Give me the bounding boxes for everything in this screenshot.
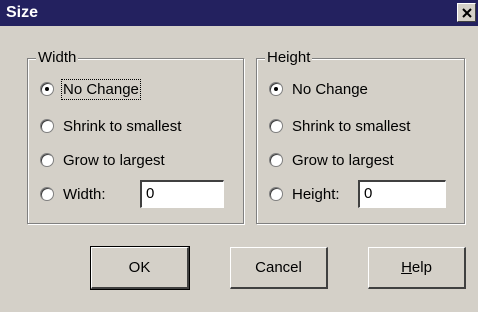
radio-button[interactable] bbox=[269, 82, 283, 96]
height-group-label: Height bbox=[265, 49, 313, 66]
height-grow-label: Grow to largest bbox=[292, 151, 394, 169]
height-no-change-label: No Change bbox=[292, 80, 368, 98]
width-custom-radio[interactable]: Width: bbox=[40, 182, 106, 206]
radio-selected-dot bbox=[274, 87, 278, 91]
height-group: Height No Change Shrink to smallest Grow… bbox=[256, 49, 465, 224]
radio-button[interactable] bbox=[40, 82, 54, 96]
height-custom-label: Height: bbox=[292, 185, 340, 203]
width-grow-radio[interactable]: Grow to largest bbox=[40, 148, 165, 172]
radio-button[interactable] bbox=[269, 187, 283, 201]
help-mnemonic: H bbox=[401, 259, 412, 276]
height-shrink-radio[interactable]: Shrink to smallest bbox=[269, 114, 410, 138]
dialog-title: Size bbox=[6, 4, 39, 21]
radio-button[interactable] bbox=[40, 153, 54, 167]
height-custom-radio[interactable]: Height: bbox=[269, 182, 340, 206]
width-no-change-label: No Change bbox=[61, 78, 141, 100]
help-button[interactable]: Help bbox=[368, 247, 466, 289]
radio-button[interactable] bbox=[40, 119, 54, 133]
height-grow-radio[interactable]: Grow to largest bbox=[269, 148, 394, 172]
radio-button[interactable] bbox=[269, 153, 283, 167]
help-button-label: Help bbox=[401, 259, 432, 276]
width-shrink-label: Shrink to smallest bbox=[63, 117, 182, 135]
width-custom-label: Width: bbox=[63, 185, 106, 203]
cancel-button-label: Cancel bbox=[255, 259, 302, 276]
radio-button[interactable] bbox=[269, 119, 283, 133]
height-input[interactable]: 0 bbox=[358, 180, 446, 208]
width-grow-label: Grow to largest bbox=[63, 151, 165, 169]
ok-button[interactable]: OK bbox=[90, 246, 190, 290]
close-button[interactable] bbox=[457, 3, 476, 22]
ok-button-label: OK bbox=[128, 259, 151, 276]
height-shrink-label: Shrink to smallest bbox=[292, 117, 411, 135]
cancel-button[interactable]: Cancel bbox=[230, 247, 328, 289]
size-dialog: Size Width No Change Shrink to smallest … bbox=[0, 0, 478, 312]
radio-selected-dot bbox=[45, 87, 49, 91]
width-shrink-radio[interactable]: Shrink to smallest bbox=[40, 114, 181, 138]
width-input[interactable]: 0 bbox=[140, 180, 224, 208]
height-no-change-radio[interactable]: No Change bbox=[269, 77, 368, 101]
close-icon bbox=[461, 7, 472, 18]
title-bar[interactable]: Size bbox=[0, 0, 478, 26]
help-label-rest: elp bbox=[411, 259, 432, 276]
width-group: Width No Change Shrink to smallest Grow … bbox=[27, 49, 244, 224]
radio-button[interactable] bbox=[40, 187, 54, 201]
width-no-change-radio[interactable]: No Change bbox=[40, 77, 141, 101]
width-group-label: Width bbox=[36, 49, 79, 66]
